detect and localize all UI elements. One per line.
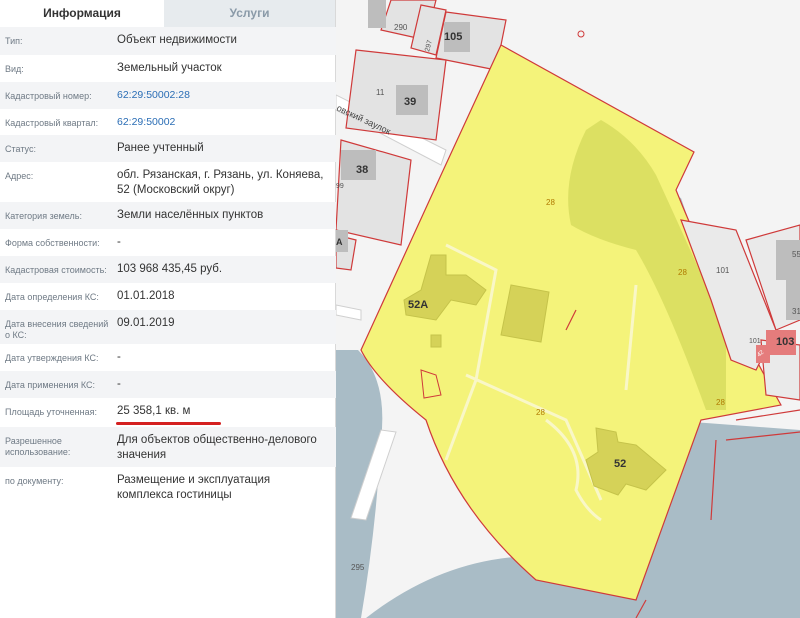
field-row: Категория земель: Земли населённых пункто… <box>0 202 336 229</box>
field-value: обл. Рязанская, г. Рязань, ул. Коняева, … <box>117 169 324 196</box>
parcel-number-28-c: 28 <box>536 408 545 417</box>
field-row: Разрешенное использование: Для объектов о… <box>0 427 336 467</box>
area-highlight-underline <box>116 422 221 425</box>
field-row: Статус: Ранее учтенный <box>0 135 336 162</box>
field-label: Кадастровый номер: <box>5 91 92 101</box>
field-label: Дата внесения сведений о КС: <box>5 319 109 340</box>
field-value: - <box>117 351 121 363</box>
cadastral-map[interactable]: 290 297 105 11 39 38 99 А овский заулок … <box>336 0 800 618</box>
field-value: - <box>117 378 121 390</box>
field-row: по документу: Размещение и эксплуатация к… <box>0 467 336 513</box>
field-label: Кадастровый квартал: <box>5 118 99 128</box>
field-row: Адрес: обл. Рязанская, г. Рязань, ул. Кон… <box>0 162 336 202</box>
info-panel: Информация Услуги Тип: Объект недвижимост… <box>0 0 336 618</box>
building-label-38: 38 <box>356 164 368 176</box>
building-label-a: А <box>336 237 343 247</box>
field-value: Для объектов общественно-делового значен… <box>117 434 317 461</box>
parcel-label-55: 55 <box>792 250 800 259</box>
field-label: Тип: <box>5 36 23 46</box>
field-row: Кадастровая стоимость: 103 968 435,45 руб… <box>0 256 336 283</box>
parcel-label-290: 290 <box>394 23 408 32</box>
parcel-label-31: 31 <box>792 307 800 316</box>
field-label: Дата утверждения КС: <box>5 353 99 363</box>
tab-services[interactable]: Услуги <box>164 0 335 27</box>
field-row: Вид: Земельный участок <box>0 55 336 82</box>
field-label: Категория земель: <box>5 211 82 221</box>
field-row: Дата внесения сведений о КС: 09.01.2019 <box>0 310 336 344</box>
field-row: Дата утверждения КС: - <box>0 344 336 371</box>
field-value: 01.01.2018 <box>117 290 175 302</box>
parcel-label-99: 99 <box>336 183 344 190</box>
field-row: Форма собственности: - <box>0 229 336 256</box>
parcel-number-28-a: 28 <box>546 198 555 207</box>
field-value-link[interactable]: 62:29:50002 <box>117 115 327 130</box>
field-value: 103 968 435,45 руб. <box>117 263 223 275</box>
parcel-label-11: 11 <box>376 88 385 97</box>
field-row: Дата определения КС: 01.01.2018 <box>0 283 336 310</box>
parcel-label-101-a: 101 <box>716 266 730 275</box>
building-label-52a: 52А <box>408 299 428 311</box>
field-label: Дата определения КС: <box>5 292 99 302</box>
field-row: Дата применения КС: - <box>0 371 336 398</box>
parcel-label-295: 295 <box>351 563 365 572</box>
building-label-103: 103 <box>776 336 794 348</box>
field-label: Кадастровая стоимость: <box>5 265 107 275</box>
field-row: Тип: Объект недвижимости <box>0 27 336 55</box>
field-label: Площадь уточненная: <box>5 407 97 417</box>
tab-bar: Информация Услуги <box>0 0 335 27</box>
parcel-number-28-b: 28 <box>678 268 687 277</box>
field-value-link[interactable]: 62:29:50002:28 <box>117 88 327 103</box>
field-label: Адрес: <box>5 171 34 181</box>
building-label-52: 52 <box>614 458 626 470</box>
tab-information[interactable]: Информация <box>0 0 164 27</box>
field-row: Кадастровый квартал: 62:29:50002 <box>0 109 336 135</box>
field-label: Вид: <box>5 64 24 74</box>
field-label: Разрешенное использование: <box>5 436 71 457</box>
field-label: по документу: <box>5 476 64 486</box>
field-value: Земельный участок <box>117 62 222 74</box>
field-value: - <box>117 236 121 248</box>
parcel-number-28-d: 28 <box>716 398 725 407</box>
field-row: Кадастровый номер: 62:29:50002:28 <box>0 82 336 109</box>
building-label-39: 39 <box>404 96 416 108</box>
field-label: Дата применения КС: <box>5 380 96 390</box>
building-label-105: 105 <box>444 31 462 43</box>
field-label: Статус: <box>5 144 36 154</box>
field-value: 25 358,1 кв. м <box>117 405 191 417</box>
field-value: Объект недвижимости <box>117 34 237 46</box>
parcel-label-101-b: 101 <box>749 338 761 345</box>
field-value: Ранее учтенный <box>117 142 204 154</box>
field-value: Земли населённых пунктов <box>117 209 264 221</box>
field-value: Размещение и эксплуатация комплекса гост… <box>117 474 271 501</box>
field-value: 09.01.2019 <box>117 317 175 329</box>
field-label: Форма собственности: <box>5 238 100 248</box>
